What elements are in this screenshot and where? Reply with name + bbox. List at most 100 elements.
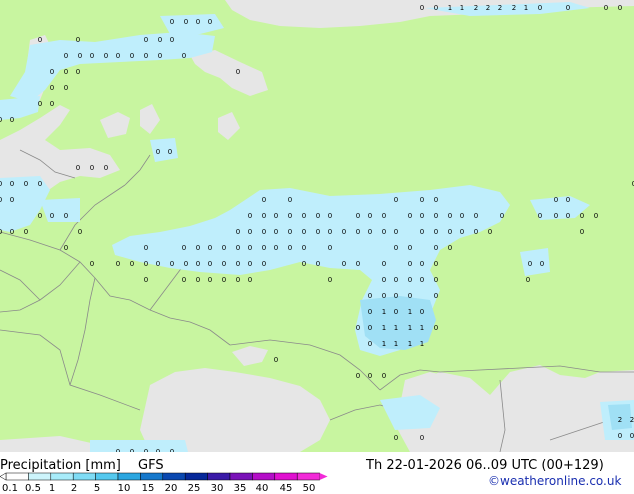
svg-text:0: 0 xyxy=(50,84,54,92)
svg-text:0: 0 xyxy=(356,212,360,220)
svg-text:0: 0 xyxy=(356,324,360,332)
svg-text:0: 0 xyxy=(64,68,68,76)
svg-text:0: 0 xyxy=(316,260,320,268)
svg-text:0: 0 xyxy=(448,244,452,252)
svg-text:0: 0 xyxy=(184,18,188,26)
legend-tick-label: 20 xyxy=(164,483,178,494)
svg-text:0: 0 xyxy=(420,308,424,316)
svg-text:0: 0 xyxy=(248,260,252,268)
svg-text:0: 0 xyxy=(222,260,226,268)
map-footer: Precipitation [mm] GFS Th 22-01-2026 06.… xyxy=(0,452,634,494)
svg-text:0: 0 xyxy=(236,276,240,284)
svg-text:0: 0 xyxy=(460,212,464,220)
svg-text:0: 0 xyxy=(10,228,14,236)
svg-text:2: 2 xyxy=(512,4,516,12)
colorbar-arrow-left xyxy=(0,472,7,481)
svg-text:1: 1 xyxy=(420,340,424,348)
svg-text:1: 1 xyxy=(394,324,398,332)
svg-text:0: 0 xyxy=(196,244,200,252)
svg-text:0: 0 xyxy=(434,260,438,268)
svg-text:1: 1 xyxy=(382,308,386,316)
svg-text:0: 0 xyxy=(288,244,292,252)
svg-text:0: 0 xyxy=(420,196,424,204)
colorbar-segment xyxy=(28,472,52,481)
svg-text:0: 0 xyxy=(356,372,360,380)
svg-text:0: 0 xyxy=(262,228,266,236)
svg-text:0: 0 xyxy=(368,308,372,316)
svg-text:0: 0 xyxy=(182,276,186,284)
svg-text:0: 0 xyxy=(356,260,360,268)
svg-text:0: 0 xyxy=(448,228,452,236)
svg-text:0: 0 xyxy=(618,432,622,440)
svg-text:0: 0 xyxy=(434,292,438,300)
svg-text:0: 0 xyxy=(604,4,608,12)
svg-text:0: 0 xyxy=(274,356,278,364)
svg-text:0: 0 xyxy=(554,196,558,204)
svg-text:0: 0 xyxy=(170,260,174,268)
svg-text:0: 0 xyxy=(488,228,492,236)
model-name: GFS xyxy=(138,458,164,473)
svg-text:0: 0 xyxy=(368,228,372,236)
colorbar-segment xyxy=(296,472,320,481)
svg-text:0: 0 xyxy=(420,260,424,268)
colorbar-arrow xyxy=(319,473,328,480)
svg-text:0: 0 xyxy=(0,116,2,124)
svg-text:0: 0 xyxy=(236,228,240,236)
svg-text:0: 0 xyxy=(262,212,266,220)
svg-text:2: 2 xyxy=(630,416,634,424)
colorbar-segment xyxy=(252,472,276,481)
svg-text:0: 0 xyxy=(182,52,186,60)
svg-text:0: 0 xyxy=(262,260,266,268)
svg-text:0: 0 xyxy=(208,244,212,252)
svg-text:0: 0 xyxy=(328,244,332,252)
svg-text:0: 0 xyxy=(196,18,200,26)
svg-text:0: 0 xyxy=(248,276,252,284)
svg-text:0: 0 xyxy=(50,68,54,76)
svg-text:0: 0 xyxy=(328,276,332,284)
svg-text:0: 0 xyxy=(64,212,68,220)
credit-text: ©weatheronline.co.uk xyxy=(488,474,622,488)
svg-text:0: 0 xyxy=(144,52,148,60)
colorbar-segment xyxy=(5,472,29,481)
svg-text:0: 0 xyxy=(184,260,188,268)
svg-text:0: 0 xyxy=(420,434,424,442)
colorbar-segment xyxy=(50,472,74,481)
precipitation-map: 0000 0011222210000 00000 000000000 0000 … xyxy=(0,0,634,452)
svg-text:0: 0 xyxy=(382,276,386,284)
svg-text:0: 0 xyxy=(208,18,212,26)
svg-text:2: 2 xyxy=(618,416,622,424)
svg-text:0: 0 xyxy=(538,212,542,220)
legend-title: Precipitation [mm] xyxy=(0,458,121,473)
svg-text:0: 0 xyxy=(24,180,28,188)
svg-text:0: 0 xyxy=(382,292,386,300)
svg-text:0: 0 xyxy=(538,4,542,12)
svg-text:0: 0 xyxy=(76,36,80,44)
svg-text:0: 0 xyxy=(64,84,68,92)
svg-text:0: 0 xyxy=(408,276,412,284)
svg-text:0: 0 xyxy=(394,434,398,442)
svg-text:0: 0 xyxy=(408,244,412,252)
svg-text:0: 0 xyxy=(434,324,438,332)
svg-text:0: 0 xyxy=(236,260,240,268)
svg-text:0: 0 xyxy=(474,212,478,220)
svg-text:0: 0 xyxy=(342,228,346,236)
svg-text:0: 0 xyxy=(170,18,174,26)
svg-text:2: 2 xyxy=(474,4,478,12)
svg-text:0: 0 xyxy=(408,260,412,268)
svg-text:1: 1 xyxy=(420,324,424,332)
svg-text:0: 0 xyxy=(90,260,94,268)
svg-text:0: 0 xyxy=(394,276,398,284)
svg-text:0: 0 xyxy=(316,228,320,236)
svg-text:0: 0 xyxy=(420,228,424,236)
colorbar-segment xyxy=(117,472,141,481)
svg-text:0: 0 xyxy=(248,228,252,236)
colorbar-segment xyxy=(207,472,231,481)
svg-text:1: 1 xyxy=(408,340,412,348)
svg-text:0: 0 xyxy=(0,180,2,188)
svg-text:0: 0 xyxy=(566,196,570,204)
svg-text:0: 0 xyxy=(580,228,584,236)
legend-tick-label: 10 xyxy=(117,483,131,494)
svg-text:0: 0 xyxy=(208,260,212,268)
svg-text:0: 0 xyxy=(302,228,306,236)
svg-text:0: 0 xyxy=(78,228,82,236)
